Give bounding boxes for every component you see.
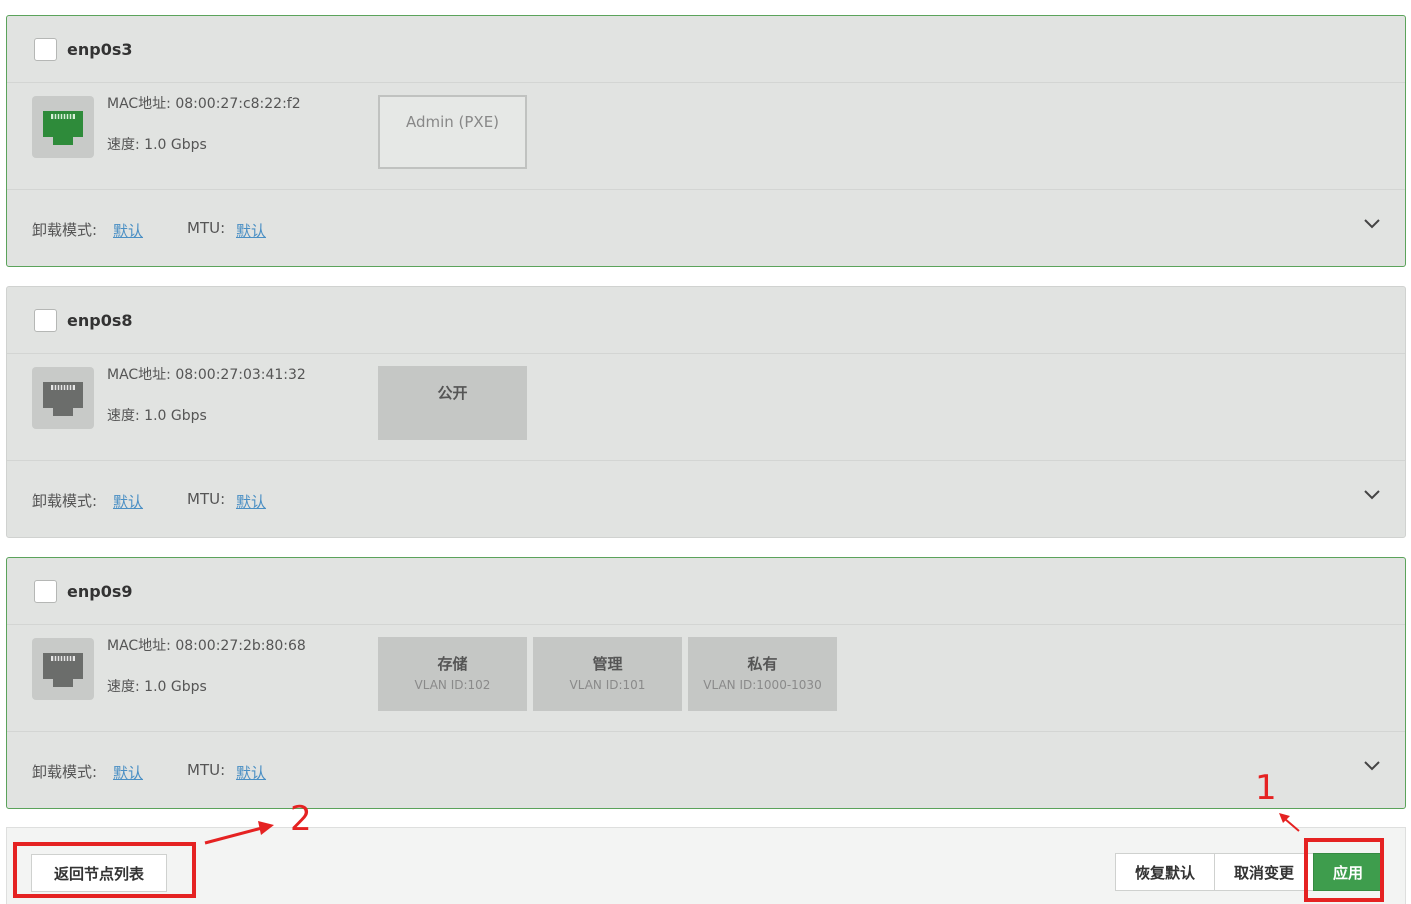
interface-body: MAC地址: 08:00:27:2b:80:68 速度: 1.0 Gbps 存储… (7, 625, 1405, 732)
interface-footer: 卸载模式: 默认 MTU: 默认 (7, 733, 1405, 809)
network-management[interactable]: 管理 VLAN ID:101 (533, 637, 682, 711)
interface-checkbox[interactable] (34, 309, 57, 332)
network-name: 公开 (437, 384, 468, 402)
chevron-down-icon[interactable] (1363, 486, 1381, 505)
mtu-label: MTU: (187, 761, 226, 779)
interface-name: enp0s9 (67, 582, 133, 601)
interface-name: enp0s8 (67, 311, 133, 330)
mtu-label: MTU: (187, 219, 226, 237)
link-speed: 速度: 1.0 Gbps (107, 679, 207, 695)
network-vlan: VLAN ID:102 (414, 678, 491, 692)
mac-address: MAC地址: 08:00:27:2b:80:68 (107, 638, 306, 654)
interface-name: enp0s3 (67, 40, 133, 59)
action-toolbar: 返回节点列表 恢复默认 取消变更 应用 (6, 827, 1406, 904)
interface-footer: 卸载模式: 默认 MTU: 默认 (7, 191, 1405, 267)
interface-footer: 卸载模式: 默认 MTU: 默认 (7, 462, 1405, 538)
network-admin-pxe[interactable]: Admin (PXE) (378, 95, 527, 169)
network-vlan: VLAN ID:101 (569, 678, 646, 692)
network-name: Admin (PXE) (405, 113, 500, 131)
interface-header: enp0s8 (7, 287, 1405, 354)
ethernet-port-icon (32, 638, 94, 700)
interface-checkbox[interactable] (34, 38, 57, 61)
restore-defaults-button[interactable]: 恢复默认 (1115, 853, 1215, 891)
mtu-link[interactable]: 默认 (236, 220, 266, 241)
mac-address: MAC地址: 08:00:27:03:41:32 (107, 367, 306, 383)
offload-mode-link[interactable]: 默认 (113, 220, 143, 241)
annotation-marker-1: 1 (1255, 768, 1277, 808)
network-private[interactable]: 私有 VLAN ID:1000-1030 (688, 637, 837, 711)
offload-mode-label: 卸载模式: (32, 492, 98, 510)
interface-body: MAC地址: 08:00:27:03:41:32 速度: 1.0 Gbps 公开 (7, 354, 1405, 461)
network-name: 管理 (592, 655, 623, 673)
back-to-node-list-button[interactable]: 返回节点列表 (31, 854, 167, 892)
interface-header: enp0s3 (7, 16, 1405, 83)
network-name: 存储 (437, 655, 468, 673)
network-name: 私有 (747, 655, 778, 673)
mtu-label: MTU: (187, 490, 226, 508)
offload-mode-label: 卸载模式: (32, 763, 98, 781)
offload-mode-link[interactable]: 默认 (113, 491, 143, 512)
interface-panel-enp0s3: enp0s3 MAC地址: 08:00:27:c8:22:f2 速度: 1.0 … (6, 15, 1406, 267)
interface-panel-enp0s8: enp0s8 MAC地址: 08:00:27:03:41:32 速度: 1.0 … (6, 286, 1406, 538)
cancel-changes-button[interactable]: 取消变更 (1214, 853, 1314, 891)
interface-header: enp0s9 (7, 558, 1405, 625)
ethernet-port-icon (32, 96, 94, 158)
network-public[interactable]: 公开 (378, 366, 527, 440)
chevron-down-icon[interactable] (1363, 215, 1381, 234)
chevron-down-icon[interactable] (1363, 757, 1381, 776)
interface-panel-enp0s9: enp0s9 MAC地址: 08:00:27:2b:80:68 速度: 1.0 … (6, 557, 1406, 809)
offload-mode-link[interactable]: 默认 (113, 762, 143, 783)
interface-body: MAC地址: 08:00:27:c8:22:f2 速度: 1.0 Gbps Ad… (7, 83, 1405, 190)
link-speed: 速度: 1.0 Gbps (107, 408, 207, 424)
network-vlan: VLAN ID:1000-1030 (703, 678, 822, 692)
network-storage[interactable]: 存储 VLAN ID:102 (378, 637, 527, 711)
mac-address: MAC地址: 08:00:27:c8:22:f2 (107, 96, 301, 112)
apply-button[interactable]: 应用 (1313, 853, 1383, 891)
ethernet-port-icon (32, 367, 94, 429)
link-speed: 速度: 1.0 Gbps (107, 137, 207, 153)
interface-checkbox[interactable] (34, 580, 57, 603)
mtu-link[interactable]: 默认 (236, 491, 266, 512)
annotation-marker-2: 2 (290, 799, 312, 839)
mtu-link[interactable]: 默认 (236, 762, 266, 783)
offload-mode-label: 卸载模式: (32, 221, 98, 239)
